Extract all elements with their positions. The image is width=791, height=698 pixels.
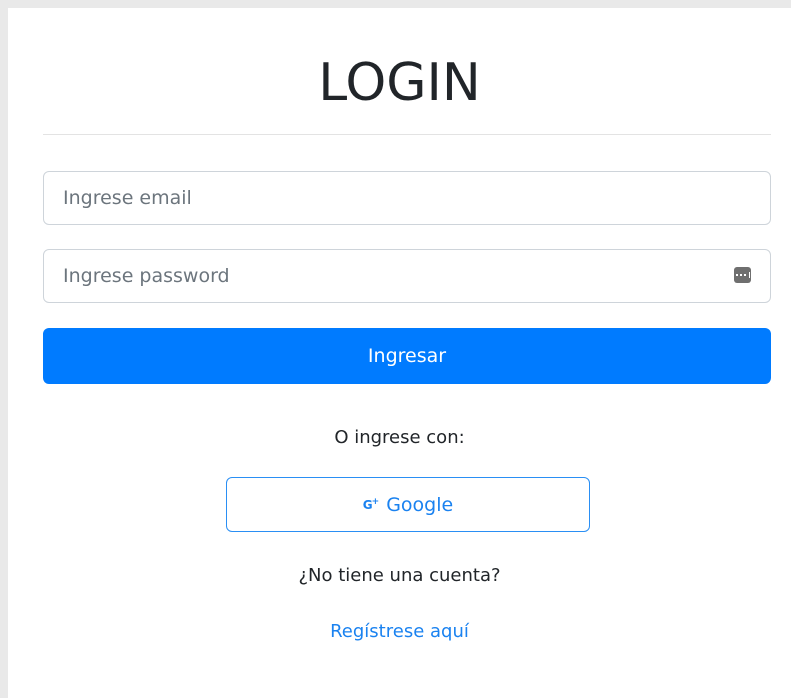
password-field[interactable] — [44, 250, 770, 302]
register-link[interactable]: Regístrese aquí — [8, 621, 791, 642]
password-field-wrapper — [43, 249, 771, 303]
google-login-button[interactable]: G+ Google — [226, 477, 590, 532]
login-card: LOGIN Ingresar O ingrese con: G+ Google … — [8, 8, 791, 698]
email-field[interactable] — [44, 172, 770, 224]
email-field-wrapper — [43, 171, 771, 225]
google-plus-icon: G+ — [362, 497, 379, 512]
page-title: LOGIN — [318, 53, 481, 113]
login-submit-button[interactable]: Ingresar — [43, 328, 771, 384]
password-key-icon[interactable] — [734, 267, 751, 283]
no-account-label: ¿No tiene una cuenta? — [298, 565, 501, 586]
title-divider — [43, 134, 771, 135]
google-button-label: Google — [386, 493, 454, 516]
alt-login-label: O ingrese con: — [334, 427, 465, 448]
